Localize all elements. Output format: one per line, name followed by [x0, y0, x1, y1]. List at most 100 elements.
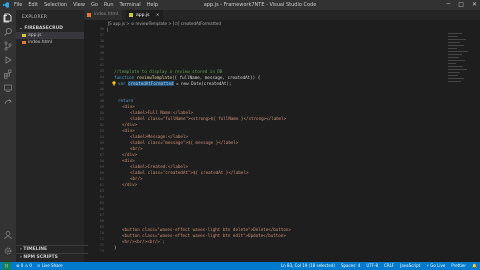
line-number: 53: [99, 129, 104, 133]
line-number: 39: [99, 45, 104, 49]
activity-bar: [0, 10, 16, 262]
line-number: 61: [99, 177, 104, 181]
line-number: 55: [99, 141, 104, 145]
line-number-gutter: 36 37 38 39 40 41 42 43 44 45 46 47 48 49 50 51 52 53 54 55…: [84, 27, 106, 262]
run-debug-icon[interactable]: [3, 55, 13, 65]
line-number: 40: [99, 51, 104, 55]
line-number: 36: [99, 27, 104, 31]
code-comment: //template to display a review stored in…: [114, 69, 223, 74]
line-number: 38: [99, 39, 104, 43]
live-share-icon[interactable]: [3, 97, 13, 107]
go-live-button[interactable]: ⚡ Go Live: [426, 262, 445, 270]
extensions-icon[interactable]: [3, 69, 13, 79]
window-title: app.js - Framework7NTE - Visual Studio C…: [203, 2, 317, 8]
line-number: 69: [99, 225, 104, 229]
line-number: 51: [99, 117, 104, 121]
remote-indicator[interactable]: ⟩⟨: [2, 262, 12, 270]
line-number: 65: [99, 201, 104, 205]
line-number: 62: [99, 183, 104, 187]
menu-selection[interactable]: Selection: [44, 0, 67, 10]
menu-help[interactable]: Help: [147, 0, 158, 10]
maximize-icon[interactable]: □: [458, 0, 464, 10]
html-file-icon: [22, 41, 26, 44]
menu-view[interactable]: View: [73, 0, 85, 10]
encoding-setting[interactable]: UTF-8: [366, 262, 378, 270]
code-label-message: <label>Message:</label>: [130, 134, 188, 139]
code-label-created: <label>Created:</label>: [130, 164, 188, 169]
menu-run[interactable]: Run: [104, 0, 114, 10]
code-label-created-value: <label class="createdAt">${ createdAt }<…: [130, 170, 249, 175]
minimize-icon[interactable]: ─: [447, 0, 451, 10]
editor-tabs: index.html app.js ✕: [84, 10, 480, 20]
line-number: 46: [99, 87, 104, 91]
close-tab-icon[interactable]: ✕: [156, 12, 159, 17]
file-item-app-js[interactable]: app.js: [16, 32, 84, 39]
line-number: 59: [99, 165, 104, 169]
code-div-close: </div>: [122, 122, 138, 127]
menu-terminal[interactable]: Terminal: [120, 0, 141, 10]
line-ending-setting[interactable]: CRLF: [384, 262, 394, 270]
code-div-close: </div>: [122, 182, 138, 187]
tab-app-js[interactable]: app.js ✕: [126, 10, 165, 20]
workspace-folder[interactable]: ⌄ FIREBASECRUD: [16, 23, 84, 32]
code-editor[interactable]: | //template to display a review stored …: [106, 27, 442, 262]
line-number: 52: [99, 123, 104, 127]
menu-go[interactable]: Go: [91, 0, 98, 10]
problems-indicator[interactable]: ⊗ 0 ⚠ 0: [16, 262, 32, 270]
npm-scripts-section[interactable]: › NPM SCRIPTS: [16, 253, 88, 262]
line-number: 41: [99, 57, 104, 61]
remote-explorer-icon[interactable]: [3, 83, 13, 93]
file-item-index-html[interactable]: index.html: [16, 39, 84, 46]
menu-file[interactable]: File: [14, 0, 22, 10]
menu-edit[interactable]: Edit: [28, 0, 38, 10]
line-number: 49: [99, 105, 104, 109]
settings-gear-icon[interactable]: [3, 246, 13, 256]
language-mode[interactable]: JavaScript: [400, 262, 420, 270]
menu-bar: File Edit Selection View Go Run Terminal…: [14, 0, 158, 10]
code-label-fullname: <label>Full Name:</label>: [130, 110, 194, 115]
line-number: 48: [99, 99, 104, 103]
cursor-position[interactable]: Ln 83, Col 19 (18 selected): [281, 262, 335, 270]
line-number: 56: [99, 147, 104, 151]
line-number: 60: [99, 171, 104, 175]
code-closing-brace: }: [114, 245, 117, 250]
indentation-setting[interactable]: Spaces: 4: [341, 262, 360, 270]
source-control-icon[interactable]: [3, 41, 13, 51]
explorer-icon[interactable]: [3, 13, 13, 23]
line-number: 63: [99, 189, 104, 193]
accounts-icon[interactable]: [3, 230, 13, 240]
cursor: |: [106, 27, 109, 32]
code-div-open: <div>: [122, 128, 135, 133]
javascript-file-icon: [22, 34, 26, 37]
code-return: return`: [118, 98, 136, 103]
line-number: 67: [99, 213, 104, 217]
code-button-delete: <button class="waves-effect waves-light …: [122, 227, 291, 232]
line-number: 54: [99, 135, 104, 139]
code-button-update: <button class="waves-effect waves-light …: [122, 233, 286, 238]
code-div-open: <div>: [122, 104, 135, 109]
notifications-bell-icon[interactable]: 🔔: [472, 262, 477, 270]
line-number: 57: [99, 153, 104, 157]
html-file-icon: [87, 13, 91, 17]
code-var-declaration: var createdAtFormatted = new Date(create…: [112, 81, 232, 86]
javascript-file-icon: [129, 13, 133, 17]
search-icon[interactable]: [3, 27, 13, 37]
line-number: 68: [99, 219, 104, 223]
prettier-status[interactable]: Prettier: [451, 262, 466, 270]
lightbulb-icon[interactable]: [112, 81, 116, 86]
line-number: 50: [99, 111, 104, 115]
live-share-status[interactable]: ⊙ Live Share: [37, 262, 63, 270]
line-number: 72: [99, 243, 104, 247]
tab-index-html[interactable]: index.html: [84, 10, 123, 20]
code-div-close: </div>: [122, 152, 138, 157]
minimap[interactable]: [446, 27, 476, 262]
title-bar: File Edit Selection View Go Run Terminal…: [0, 0, 480, 10]
breadcrumb[interactable]: JS app.js > ⊘ reviewTemplate > [∅] creat…: [84, 20, 480, 27]
line-number: 64: [99, 195, 104, 199]
code-label-message-value: <label class="message">${ message }</lab…: [130, 140, 239, 145]
line-number: 73: [99, 249, 104, 253]
close-icon[interactable]: ✕: [472, 0, 477, 10]
code-function-declaration: function reviewTemplate({ fullName, mess…: [114, 75, 261, 80]
code-hr-line: <hr/><br/><br/>`;: [122, 239, 165, 244]
code-br: <br/>: [130, 176, 143, 181]
